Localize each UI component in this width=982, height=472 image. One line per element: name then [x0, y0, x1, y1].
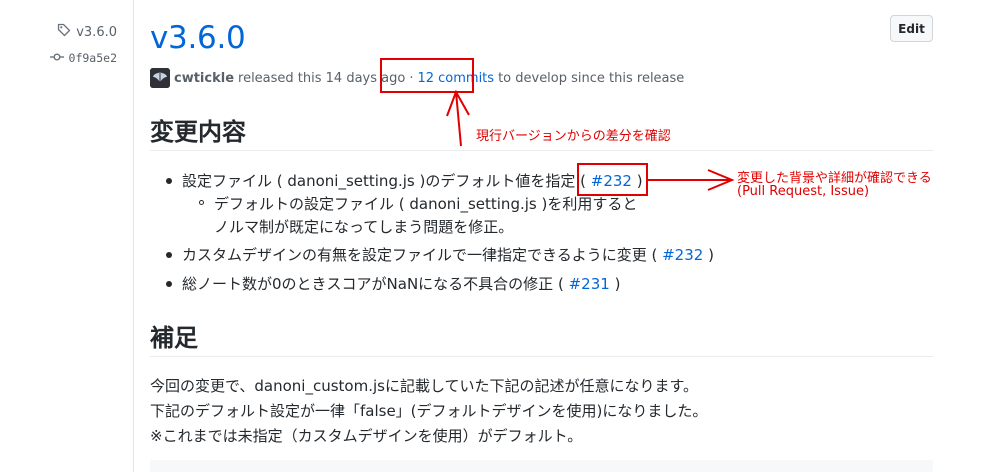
tag-icon — [57, 23, 71, 41]
pr-arrow-head — [707, 169, 735, 191]
list-bullet — [166, 281, 172, 287]
change-text: 総ノート数が0のときスコアがNaNになる不具合の修正 ( — [182, 275, 564, 293]
commit-link[interactable]: 0f9a5e2 — [49, 51, 117, 65]
tag-link[interactable]: v3.6.0 — [57, 23, 117, 41]
avatar[interactable] — [150, 68, 170, 88]
sub-list-item-line1: デフォルトの設定ファイル ( danoni_setting.js )を利用すると — [214, 195, 638, 213]
commits-arrow-head — [446, 89, 470, 117]
change-text: カスタムデザインの有無を設定ファイルで一律指定できるように変更 ( — [182, 246, 658, 264]
tag-label: v3.6.0 — [76, 24, 117, 40]
edit-button[interactable]: Edit — [890, 15, 933, 42]
change-close: ) — [636, 172, 643, 190]
commits-annotation: 現行バージョンからの差分を確認 — [476, 129, 671, 144]
release-meta: cwtickle released this 14 days ago · 12 … — [150, 68, 684, 88]
commits-suffix: to develop since this release — [498, 70, 685, 86]
timeline-divider — [133, 0, 134, 472]
list-bullet — [166, 178, 172, 184]
changes-heading: 変更内容 — [150, 118, 246, 146]
pr-link[interactable]: #232 — [591, 172, 632, 190]
meta-separator: · — [409, 70, 414, 86]
change-close: ) — [614, 275, 621, 293]
list-item: 設定ファイル ( danoni_setting.js )のデフォルト値を指定 (… — [182, 170, 643, 191]
change-text: 設定ファイル ( danoni_setting.js )のデフォルト値を指定 ( — [182, 172, 586, 190]
list-bullet — [166, 252, 172, 258]
code-block — [150, 460, 933, 472]
release-sidebar-meta: v3.6.0 0f9a5e2 — [0, 0, 133, 472]
pr-link[interactable]: #231 — [569, 275, 610, 293]
list-item: カスタムデザインの有無を設定ファイルで一律指定できるように変更 ( #232 ) — [182, 244, 714, 265]
note-line: ※これまでは未指定（カスタムデザインを使用）がデフォルト。 — [150, 427, 583, 445]
released-text: released this 14 days ago — [238, 70, 406, 86]
sub-list-bullet — [199, 200, 204, 205]
pr-annotation-line2: (Pull Request, Issue) — [737, 184, 870, 199]
release-title[interactable]: v3.6.0 — [150, 20, 246, 56]
commits-link[interactable]: 12 commits — [417, 71, 494, 86]
change-close: ) — [708, 246, 714, 264]
sub-list-item-line2: ノルマ制が既定になってしまう問題を修正。 — [214, 218, 514, 236]
author-link[interactable]: cwtickle — [174, 71, 234, 86]
heading-divider — [150, 356, 933, 357]
commit-sha: 0f9a5e2 — [68, 51, 117, 65]
heading-divider — [150, 150, 933, 151]
pr-link[interactable]: #232 — [662, 246, 703, 264]
notes-heading: 補足 — [150, 324, 198, 352]
commit-icon — [49, 51, 64, 65]
list-item: 総ノート数が0のときスコアがNaNになる不具合の修正 ( #231 ) — [182, 273, 620, 294]
note-line: 今回の変更で、danoni_custom.jsに記載していた下記の記述が任意にな… — [150, 377, 699, 395]
commits-arrow-shaft — [455, 91, 462, 147]
note-line: 下記のデフォルト設定が一律「false」(デフォルトデザインを使用)になりました… — [150, 402, 708, 420]
